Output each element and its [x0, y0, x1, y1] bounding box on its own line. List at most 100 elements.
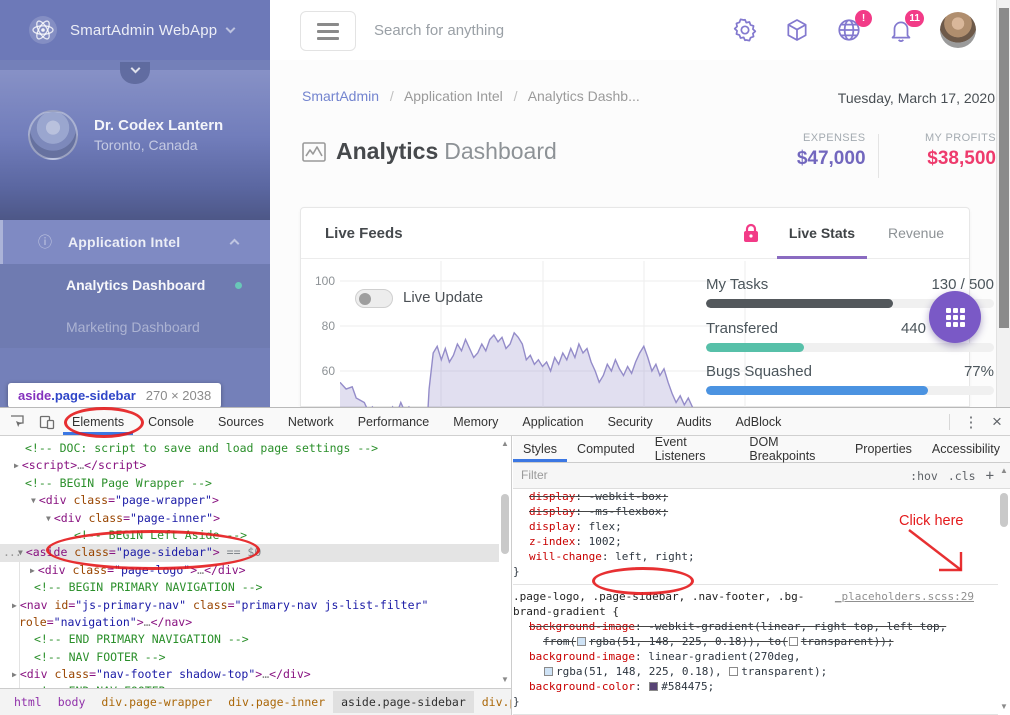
user-location: Toronto, Canada	[94, 137, 223, 153]
notifications-bell-icon[interactable]: 11	[888, 17, 914, 43]
color-swatch[interactable]	[789, 637, 798, 646]
devtools-tab-console[interactable]: Console	[139, 408, 203, 435]
devtools-breadcrumb-bar: htmlbodydiv.page-wrapperdiv.page-inneras…	[0, 688, 512, 715]
devtools-tab-network[interactable]: Network	[279, 408, 343, 435]
live-update-toggle[interactable]	[355, 289, 393, 308]
brand-chevron-down-icon[interactable]	[226, 24, 236, 34]
styles-subtab-event-listeners[interactable]: Event Listeners	[645, 436, 740, 462]
styles-subtab-computed[interactable]: Computed	[567, 436, 645, 462]
color-swatch[interactable]	[649, 682, 658, 691]
topbar: ! 11	[270, 0, 1010, 60]
styles-scrollbar[interactable]: ▲ ▼	[998, 463, 1010, 715]
dom-crumb-aside-page-sidebar[interactable]: aside.page-sidebar	[333, 691, 474, 713]
settings-gear-icon[interactable]	[732, 17, 758, 43]
css-rule-line[interactable]: brand-gradient {	[513, 604, 998, 619]
devtools-tab-security[interactable]: Security	[599, 408, 662, 435]
lock-icon[interactable]	[743, 223, 759, 243]
css-rule-line[interactable]: rgba(51, 148, 225, 0.18), transparent);	[513, 664, 998, 679]
elements-tree-line[interactable]: ▼<div class="page-wrapper">	[0, 492, 499, 509]
breadcrumb-link-smartadmin[interactable]: SmartAdmin	[302, 88, 379, 104]
sidebar-item-analytics-dashboard[interactable]: Analytics Dashboard	[0, 264, 270, 306]
annotation-arrow	[895, 528, 985, 583]
expenses-value: $47,000	[760, 148, 866, 170]
styles-subtab-accessibility[interactable]: Accessibility	[922, 436, 1010, 462]
css-rule-line[interactable]: }	[513, 694, 998, 709]
color-swatch[interactable]	[577, 637, 586, 646]
devtools-close-icon[interactable]: ×	[984, 412, 1010, 432]
tab-revenue[interactable]: Revenue	[881, 208, 951, 259]
apps-cube-icon[interactable]	[784, 17, 810, 43]
css-rule-line[interactable]: from(rgba(51, 148, 225, 0.18)), to(trans…	[513, 634, 998, 649]
css-rule-line[interactable]: background-image: -webkit-gradient(linea…	[513, 619, 998, 634]
breadcrumb-application-intel[interactable]: Application Intel	[404, 88, 503, 104]
page-scrollbar[interactable]	[996, 0, 1010, 407]
devtools-tab-sources[interactable]: Sources	[209, 408, 273, 435]
dom-crumb-div-page-logo[interactable]: div.page-logo	[474, 691, 512, 713]
devtools-tab-performance[interactable]: Performance	[349, 408, 439, 435]
scrollbar-thumb[interactable]	[1000, 493, 1008, 527]
css-rule-line[interactable]: .page-logo, .page-sidebar, .nav-footer, …	[513, 584, 998, 604]
scrollbar-thumb[interactable]	[501, 494, 509, 554]
device-toolbar-icon[interactable]	[34, 408, 60, 435]
elements-tree-line[interactable]: ▶<script>…</script>	[0, 457, 499, 474]
elements-tree-line[interactable]: <!-- BEGIN Page Wrapper -->	[0, 475, 499, 492]
css-rule-line[interactable]: background-color: #584475;	[513, 679, 998, 694]
devtools-kebab-menu-icon[interactable]: ⋮	[958, 413, 984, 431]
search-input[interactable]	[374, 14, 674, 46]
elements-tree-line[interactable]: ...▼<aside class="page-sidebar"> == $0	[0, 544, 499, 561]
color-swatch[interactable]	[544, 667, 553, 676]
user-avatar[interactable]	[940, 12, 976, 48]
filter-input[interactable]: Filter	[521, 468, 548, 482]
dom-crumb-body[interactable]: body	[50, 691, 94, 713]
dom-crumb-html[interactable]: html	[6, 691, 50, 713]
chart-line-icon	[302, 142, 326, 162]
stat-label: My Tasks	[706, 276, 768, 293]
elements-tree-line[interactable]: <!-- NAV FOOTER -->	[0, 649, 499, 666]
devtools-tab-application[interactable]: Application	[513, 408, 592, 435]
new-rule-plus-icon[interactable]: +	[986, 468, 994, 484]
devtools-tab-adblock[interactable]: AdBlock	[726, 408, 790, 435]
user-name: Dr. Codex Lantern	[94, 117, 223, 134]
sidebar-logo[interactable]: SmartAdmin WebApp	[0, 0, 270, 60]
profits-value: $38,500	[890, 148, 996, 170]
app-shortcut-fab[interactable]	[929, 291, 981, 343]
devtools-tab-audits[interactable]: Audits	[668, 408, 721, 435]
sidebar-item-marketing-dashboard[interactable]: Marketing Dashboard	[0, 306, 270, 348]
elements-tree-line[interactable]: <!-- DOC: script to save and load page s…	[0, 440, 499, 457]
sidebar-avatar[interactable]	[28, 110, 78, 160]
hov-toggle[interactable]: :hov	[910, 469, 938, 483]
stat-value: 130 / 500	[874, 276, 994, 293]
elements-tree-line[interactable]: ▶<div class="nav-footer shadow-top">…</d…	[0, 666, 499, 683]
elements-scrollbar[interactable]: ▲ ▼	[499, 436, 511, 688]
language-globe-icon[interactable]: !	[836, 17, 862, 43]
devtools-tab-memory[interactable]: Memory	[444, 408, 507, 435]
menu-toggle-button[interactable]	[300, 11, 356, 51]
grid-icon	[946, 308, 965, 327]
styles-subtab-styles[interactable]: Styles	[513, 436, 567, 462]
elements-tree-line[interactable]: ▶<div class="page-logo">…</div>	[0, 562, 499, 579]
styles-subtab-dom-breakpoints[interactable]: DOM Breakpoints	[739, 436, 845, 462]
styles-subtab-properties[interactable]: Properties	[845, 436, 922, 462]
elements-tree-line[interactable]: ▶<nav id="js-primary-nav" class="primary…	[0, 597, 499, 614]
sidebar-item-application-intel[interactable]: ⓘ Application Intel	[0, 220, 270, 264]
dom-crumb-div-page-inner[interactable]: div.page-inner	[220, 691, 333, 713]
inspect-element-icon[interactable]	[4, 408, 30, 435]
stylesheet-source-link[interactable]: _placeholders.scss:29	[835, 589, 974, 604]
elements-tree-line[interactable]: role="navigation">…</nav>	[0, 614, 499, 631]
elements-tree-line[interactable]: <!-- END PRIMARY NAVIGATION -->	[0, 631, 499, 648]
tab-live-stats[interactable]: Live Stats	[777, 208, 867, 259]
css-rule-line[interactable]: display: -webkit-box;	[513, 489, 998, 504]
elements-tree-line[interactable]: ▼<div class="page-inner">	[0, 510, 499, 527]
devtools-tab-elements[interactable]: Elements	[63, 408, 133, 435]
profits-label: MY PROFITS	[890, 132, 996, 144]
scrollbar-thumb[interactable]	[999, 8, 1009, 328]
dom-crumb-div-page-wrapper[interactable]: div.page-wrapper	[93, 691, 220, 713]
ytick-80: 80	[309, 319, 335, 333]
color-swatch[interactable]	[729, 667, 738, 676]
elements-tree-line[interactable]: <!-- BEGIN Left Aside -->	[0, 527, 499, 544]
stat-value: 77%	[874, 363, 994, 380]
card-title: Live Feeds	[325, 225, 403, 242]
css-rule-line[interactable]: background-image: linear-gradient(270deg…	[513, 649, 998, 664]
cls-toggle[interactable]: .cls	[948, 469, 976, 483]
elements-tree-line[interactable]: <!-- BEGIN PRIMARY NAVIGATION -->	[0, 579, 499, 596]
